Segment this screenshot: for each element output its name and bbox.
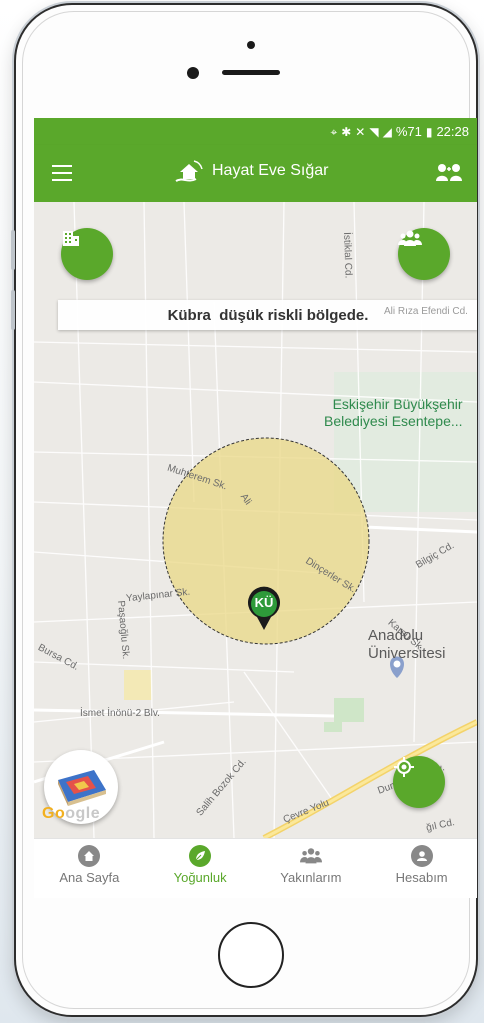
wifi-icon: ◥: [369, 124, 379, 139]
battery-level: %71: [395, 124, 422, 139]
mute-icon: ✕: [355, 124, 366, 139]
poi-label-municipality: Eskişehir Büyükşehir Belediyesi Esentepe…: [324, 396, 463, 429]
street-label: İsmet İnönü-2 Blv.: [80, 708, 160, 719]
bluetooth-icon: ✱: [341, 124, 352, 139]
building-icon: [63, 231, 79, 246]
volume-button: [11, 290, 15, 330]
buildings-button[interactable]: [61, 228, 113, 280]
street-label: İstiklal Cd.: [341, 232, 354, 279]
location-icon: ⌖: [330, 124, 338, 139]
nav-account[interactable]: Hesabım: [366, 839, 477, 898]
volume-button: [11, 230, 15, 270]
map-roads: [34, 202, 477, 838]
battery-icon: ▮: [425, 124, 433, 139]
signal-icon: ◢: [382, 124, 392, 139]
hamburger-menu-icon[interactable]: [52, 165, 72, 181]
app-bar: Hayat Eve Sığar: [34, 145, 477, 202]
nav-nearby[interactable]: Yakınlarım: [256, 839, 367, 898]
home-button[interactable]: [218, 922, 284, 988]
front-camera: [247, 41, 255, 49]
people-group-icon: [398, 230, 422, 246]
app-screen: ⌖ ✱ ✕ ◥ ◢ %71 ▮ 22:28 Hayat Eve Sığar Kü…: [34, 118, 477, 898]
crosshair-icon: [394, 757, 414, 777]
user-location-marker[interactable]: KÜ: [246, 586, 282, 632]
leaf-icon: [189, 845, 212, 867]
proximity-sensor: [187, 67, 199, 79]
nav-density-label: Yoğunluk: [173, 870, 227, 885]
map-view[interactable]: Kübra düşük riskli bölgede. İstiklal Cd.…: [34, 202, 477, 838]
nav-home-label: Ana Sayfa: [59, 870, 120, 885]
group-button[interactable]: [398, 228, 450, 280]
add-group-icon[interactable]: [435, 161, 463, 185]
street-label: Ali Rıza Efendi Cd.: [384, 306, 468, 317]
poi-label-university: Anadolu Üniversitesi: [368, 627, 446, 662]
status-bar: ⌖ ✱ ✕ ◥ ◢ %71 ▮ 22:28: [34, 118, 477, 145]
nav-account-label: Hesabım: [395, 870, 448, 885]
app-title: Hayat Eve Sığar: [212, 162, 329, 179]
nav-home[interactable]: Ana Sayfa: [34, 839, 145, 898]
my-location-button[interactable]: [393, 756, 445, 808]
app-title-group: Hayat Eve Sığar: [174, 159, 329, 183]
earpiece-speaker: [222, 70, 280, 75]
nav-density[interactable]: Yoğunluk: [145, 839, 256, 898]
bottom-navigation: Ana Sayfa Yoğunluk Yakınlarım Hesabım: [34, 838, 477, 898]
google-logo: Google: [42, 805, 101, 822]
hand-house-logo-icon: [175, 160, 203, 182]
marker-initials: KÜ: [254, 595, 274, 610]
home-icon: [78, 845, 101, 867]
clock: 22:28: [436, 124, 469, 139]
account-icon: [410, 845, 433, 867]
nav-nearby-label: Yakınlarım: [280, 870, 342, 885]
people-icon: [299, 845, 322, 867]
